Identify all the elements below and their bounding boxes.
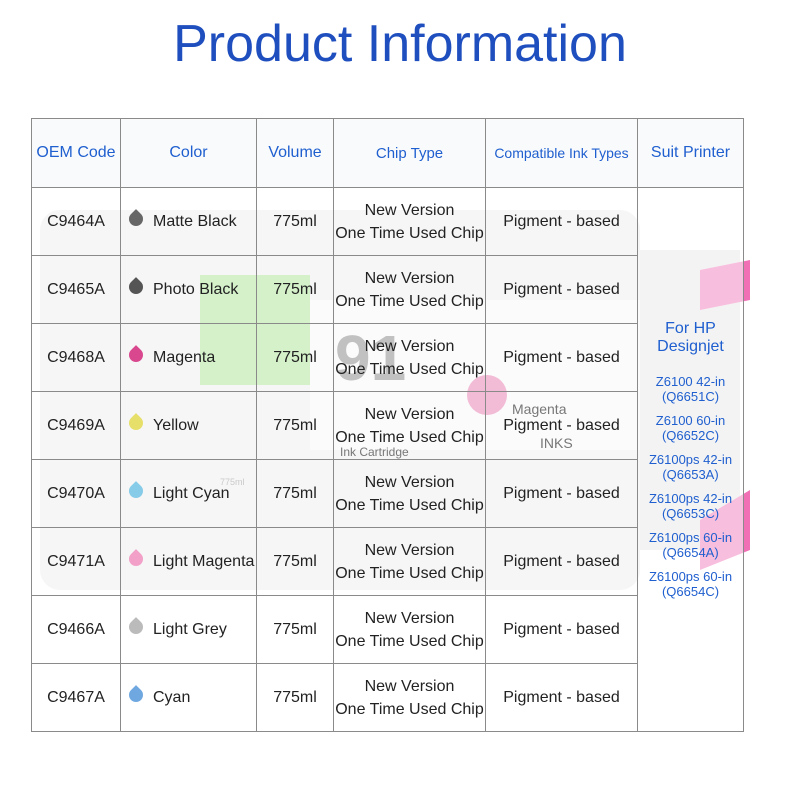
table-row: C9470A Light Cyan 775ml New Version One T… <box>31 459 744 528</box>
volume: 775ml <box>256 663 334 732</box>
chip-version: New Version <box>364 473 455 491</box>
ink-drop-icon <box>126 549 146 570</box>
volume: 775ml <box>256 323 334 392</box>
color-cell: Magenta <box>120 323 257 392</box>
ink-type: Pigment - based <box>485 255 638 324</box>
volume: 775ml <box>256 459 334 528</box>
table-row: C9469A Yellow 775ml New Version One Time … <box>31 391 744 460</box>
oem-code: C9470A <box>31 459 121 528</box>
color-cell: Light Cyan <box>120 459 257 528</box>
chip-type: New Version One Time Used Chip <box>333 255 486 324</box>
ink-drop-icon <box>126 481 146 502</box>
ink-drop-icon <box>126 209 146 230</box>
chip-usage: One Time Used Chip <box>335 224 484 242</box>
oem-code: C9468A <box>31 323 121 392</box>
printer-model: Z6100ps 60-in (Q6654A) <box>648 530 733 560</box>
chip-version: New Version <box>364 337 455 355</box>
chip-usage: One Time Used Chip <box>335 360 484 378</box>
oem-code: C9471A <box>31 527 121 596</box>
chip-version: New Version <box>364 269 455 287</box>
volume: 775ml <box>256 527 334 596</box>
ink-type: Pigment - based <box>485 527 638 596</box>
chip-usage: One Time Used Chip <box>335 292 484 310</box>
color-name: Matte Black <box>153 212 237 230</box>
color-cell: Photo Black <box>120 255 257 324</box>
oem-code: C9466A <box>31 595 121 664</box>
chip-version: New Version <box>364 541 455 559</box>
header-oem-code: OEM Code <box>31 118 121 188</box>
color-cell: Matte Black <box>120 187 257 256</box>
header-color: Color <box>120 118 257 188</box>
color-name: Photo Black <box>153 280 239 298</box>
table-row: C9466A Light Grey 775ml New Version One T… <box>31 595 744 664</box>
oem-code: C9465A <box>31 255 121 324</box>
ink-drop-icon <box>126 277 146 298</box>
color-cell: Yellow <box>120 391 257 460</box>
chip-version: New Version <box>364 609 455 627</box>
color-cell: Light Grey <box>120 595 257 664</box>
header-volume: Volume <box>256 118 334 188</box>
header-suit-printer: Suit Printer <box>637 118 744 188</box>
chip-version: New Version <box>364 201 455 219</box>
product-info-page: Product Information 91 775ml OEM Code Co… <box>0 0 800 800</box>
chip-version: New Version <box>364 677 455 695</box>
suit-printer-heading: For HP Designjet <box>657 320 724 355</box>
printer-model: Z6100ps 42-in (Q6653C) <box>648 491 733 521</box>
ink-drop-icon <box>126 685 146 706</box>
ink-type: Pigment - based <box>485 391 638 460</box>
color-name: Magenta <box>153 348 216 366</box>
color-name: Light Magenta <box>153 552 255 570</box>
chip-type: New Version One Time Used Chip <box>333 391 486 460</box>
table-row: C9464A Matte Black 775ml New Version One … <box>31 187 744 732</box>
product-table: OEM Code Color Volume Chip Type Compatib… <box>31 118 744 732</box>
volume: 775ml <box>256 187 334 256</box>
color-cell: Light Magenta <box>120 527 257 596</box>
chip-type: New Version One Time Used Chip <box>333 663 486 732</box>
volume: 775ml <box>256 255 334 324</box>
chip-type: New Version One Time Used Chip <box>333 459 486 528</box>
volume: 775ml <box>256 391 334 460</box>
printer-model: Z6100ps 60-in (Q6654C) <box>648 569 733 599</box>
color-cell: Cyan <box>120 663 257 732</box>
chip-version: New Version <box>364 405 455 423</box>
oem-code: C9464A <box>31 187 121 256</box>
printer-model: Z6100 42-in (Q6651C) <box>655 374 726 404</box>
chip-type: New Version One Time Used Chip <box>333 527 486 596</box>
ink-drop-icon <box>126 345 146 366</box>
header-chip-type: Chip Type <box>333 118 486 188</box>
table-row: C9465A Photo Black 775ml New Version One … <box>31 255 744 324</box>
chip-usage: One Time Used Chip <box>335 496 484 514</box>
color-name: Cyan <box>153 688 191 706</box>
ink-type: Pigment - based <box>485 663 638 732</box>
table-header-row: OEM Code Color Volume Chip Type Compatib… <box>31 118 744 188</box>
color-name: Light Cyan <box>153 484 230 502</box>
chip-type: New Version One Time Used Chip <box>333 323 486 392</box>
volume: 775ml <box>256 595 334 664</box>
page-title: Product Information <box>173 15 627 73</box>
ink-type: Pigment - based <box>485 459 638 528</box>
chip-usage: One Time Used Chip <box>335 700 484 718</box>
table-row: C9468A Magenta 775ml New Version One Time… <box>31 323 744 392</box>
chip-usage: One Time Used Chip <box>335 428 484 446</box>
printer-model: Z6100ps 42-in (Q6653A) <box>648 452 733 482</box>
chip-usage: One Time Used Chip <box>335 632 484 650</box>
color-name: Light Grey <box>153 620 227 638</box>
ink-drop-icon <box>126 413 146 434</box>
ink-type: Pigment - based <box>485 595 638 664</box>
chip-type: New Version One Time Used Chip <box>333 595 486 664</box>
color-name: Yellow <box>153 416 199 434</box>
table-row: C9471A Light Magenta 775ml New Version On… <box>31 527 744 596</box>
ink-type: Pigment - based <box>485 323 638 392</box>
printer-model: Z6100 60-in (Q6652C) <box>655 413 726 443</box>
table-row: C9467A Cyan 775ml New Version One Time Us… <box>31 663 744 732</box>
suit-printer-cell: For HP Designjet Z6100 42-in (Q6651C) Z610… <box>637 187 744 732</box>
chip-type: New Version One Time Used Chip <box>333 187 486 256</box>
ink-drop-icon <box>126 617 146 638</box>
chip-usage: One Time Used Chip <box>335 564 484 582</box>
header-ink-types: Compatible Ink Types <box>485 118 638 188</box>
oem-code: C9467A <box>31 663 121 732</box>
ink-type: Pigment - based <box>485 187 638 256</box>
oem-code: C9469A <box>31 391 121 460</box>
